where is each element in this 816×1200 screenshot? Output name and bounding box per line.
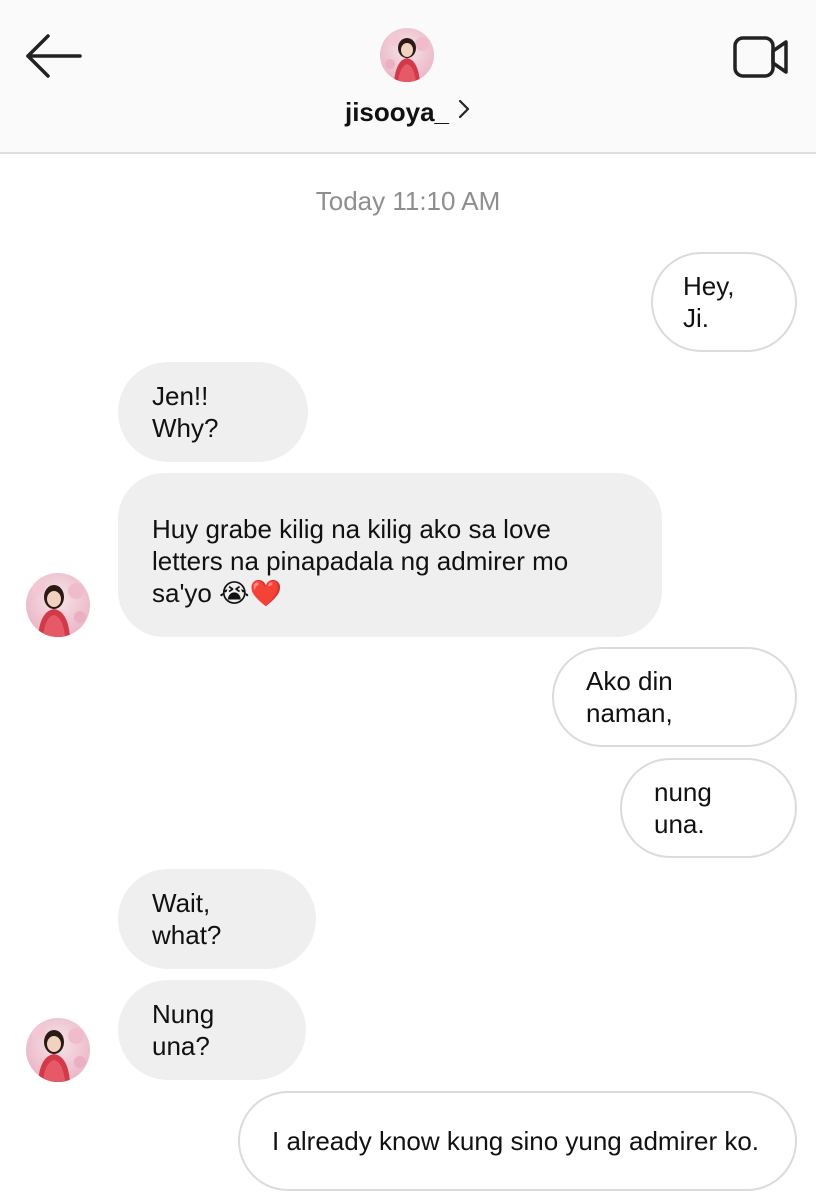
message-text: Jen!! Why? (152, 381, 219, 443)
message-incoming[interactable]: Nung una? (118, 980, 306, 1080)
chat-header: jisooya_ (0, 0, 816, 154)
message-line: letters na pinapadala ng admirer mo (152, 546, 569, 576)
sender-avatar[interactable] (26, 1018, 90, 1082)
message-incoming[interactable]: Wait, what? (118, 869, 316, 969)
message-outgoing[interactable]: I already know kung sino yung admirer ko… (238, 1091, 797, 1191)
message-outgoing[interactable]: Hey, Ji. (651, 252, 797, 352)
message-text: Wait, what? (152, 888, 222, 950)
thread-timestamp: Today 11:10 AM (315, 186, 501, 216)
message-text: nung una. (654, 777, 712, 839)
message-text: Hey, Ji. (683, 271, 735, 333)
video-call-button[interactable] (728, 32, 794, 82)
message-outgoing[interactable]: Ako din naman, (552, 647, 797, 747)
arrow-left-icon (26, 34, 82, 78)
message-incoming[interactable]: Jen!! Why? (118, 362, 308, 462)
message-line: sa'yo 😭❤️ (152, 578, 282, 608)
chevron-right-icon (458, 99, 470, 119)
message-text: Nung una? (152, 999, 215, 1061)
sender-avatar[interactable] (26, 573, 90, 637)
back-button[interactable] (20, 28, 86, 84)
message-incoming[interactable]: Huy grabe kilig na kilig ako sa love let… (118, 473, 662, 637)
message-text: I already know kung sino yung admirer ko… (272, 1126, 760, 1156)
thread-title[interactable]: jisooya_ (0, 92, 816, 132)
video-camera-icon (733, 36, 788, 78)
message-line: Huy grabe kilig na kilig ako sa love (152, 514, 551, 544)
header-username: jisooya_ (344, 96, 450, 127)
message-outgoing[interactable]: nung una. (620, 758, 797, 858)
message-text: Ako din naman, (586, 666, 673, 728)
message-text-block: Huy grabe kilig na kilig ako sa love let… (152, 513, 568, 609)
header-avatar[interactable] (380, 28, 434, 82)
